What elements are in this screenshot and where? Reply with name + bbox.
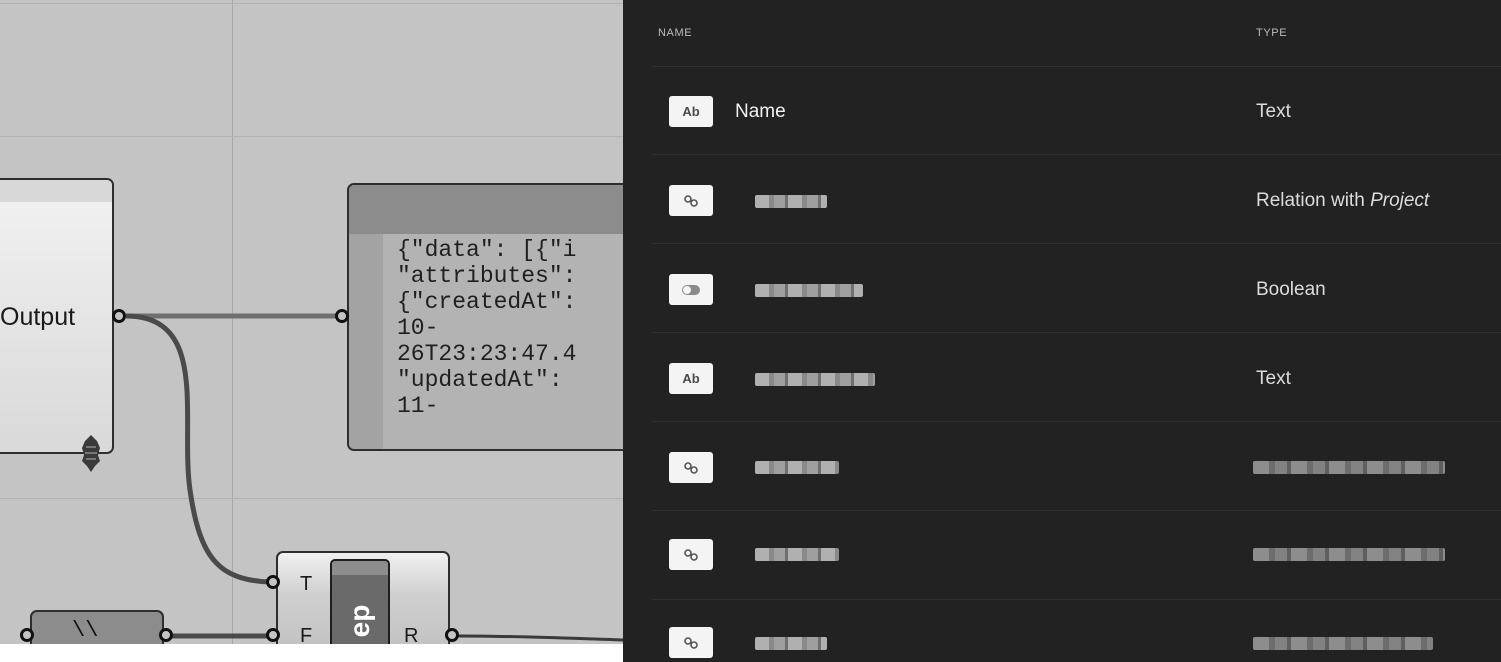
toggle-icon <box>669 274 713 305</box>
node-header <box>0 180 112 202</box>
canvas-bottom-strip <box>0 644 623 662</box>
text-panel-output-port[interactable] <box>159 628 173 642</box>
text-panel-content: \\ <box>72 618 99 643</box>
node-canvas[interactable]: Output {"data": [{"i "attributes": {"cre… <box>0 0 623 662</box>
field-type: Boolean <box>1256 279 1326 300</box>
text-icon: Ab <box>669 363 713 394</box>
column-header-name: NAME <box>658 27 693 39</box>
field-name-redacted <box>755 284 863 297</box>
relation-icon <box>669 539 713 570</box>
output-port[interactable] <box>112 309 126 323</box>
field-type-redacted <box>1253 548 1445 561</box>
table-row[interactable] <box>652 423 1501 511</box>
panel-content: {"data": [{"i "attributes": {"createdAt"… <box>397 237 577 419</box>
output-port-r[interactable] <box>445 628 459 642</box>
text-panel-input-port[interactable] <box>20 628 34 642</box>
hops-icon <box>82 435 100 472</box>
switch-title: ep <box>344 604 375 638</box>
row-divider <box>652 243 1501 244</box>
table-row[interactable]: Boolean <box>652 245 1501 333</box>
field-type: Text <box>1256 368 1291 389</box>
field-name-redacted <box>755 548 839 561</box>
table-row[interactable]: Ab Text <box>652 334 1501 422</box>
input-port-f[interactable] <box>266 628 280 642</box>
field-name-redacted <box>755 195 827 208</box>
table-row[interactable] <box>652 600 1501 662</box>
field-type: Relation with Project <box>1256 190 1430 211</box>
field-type-redacted <box>1253 637 1433 650</box>
text-icon: Ab <box>669 96 713 127</box>
relation-icon <box>669 185 713 216</box>
panel-node[interactable]: {"data": [{"i "attributes": {"createdAt"… <box>347 183 623 451</box>
relation-icon <box>669 452 713 483</box>
wire <box>125 313 271 585</box>
field-type-redacted <box>1253 461 1445 474</box>
row-divider <box>652 510 1501 511</box>
row-divider <box>652 421 1501 422</box>
panel-sidebar <box>349 234 383 449</box>
row-divider <box>652 332 1501 333</box>
column-header-type: TYPE <box>1256 27 1288 39</box>
table-row[interactable]: Relation with Project <box>652 156 1501 244</box>
table-row[interactable]: Ab Name Text <box>652 67 1501 155</box>
fields-table: NAME TYPE Ab Name Text Relation with Pro… <box>623 0 1501 662</box>
input-label-t: T <box>300 573 313 595</box>
row-divider <box>652 154 1501 155</box>
table-row[interactable] <box>652 512 1501 600</box>
wire <box>457 634 623 642</box>
relation-icon <box>669 627 713 658</box>
panel-input-port[interactable] <box>335 309 349 323</box>
field-name-redacted <box>755 461 839 474</box>
input-port-t[interactable] <box>266 575 280 589</box>
panel-header <box>349 185 623 234</box>
field-type: Text <box>1256 101 1291 122</box>
field-name-redacted <box>755 373 875 386</box>
switch-header <box>332 561 388 575</box>
field-name-redacted <box>755 637 827 650</box>
field-name: Name <box>735 101 786 122</box>
output-label: Output <box>0 303 76 331</box>
